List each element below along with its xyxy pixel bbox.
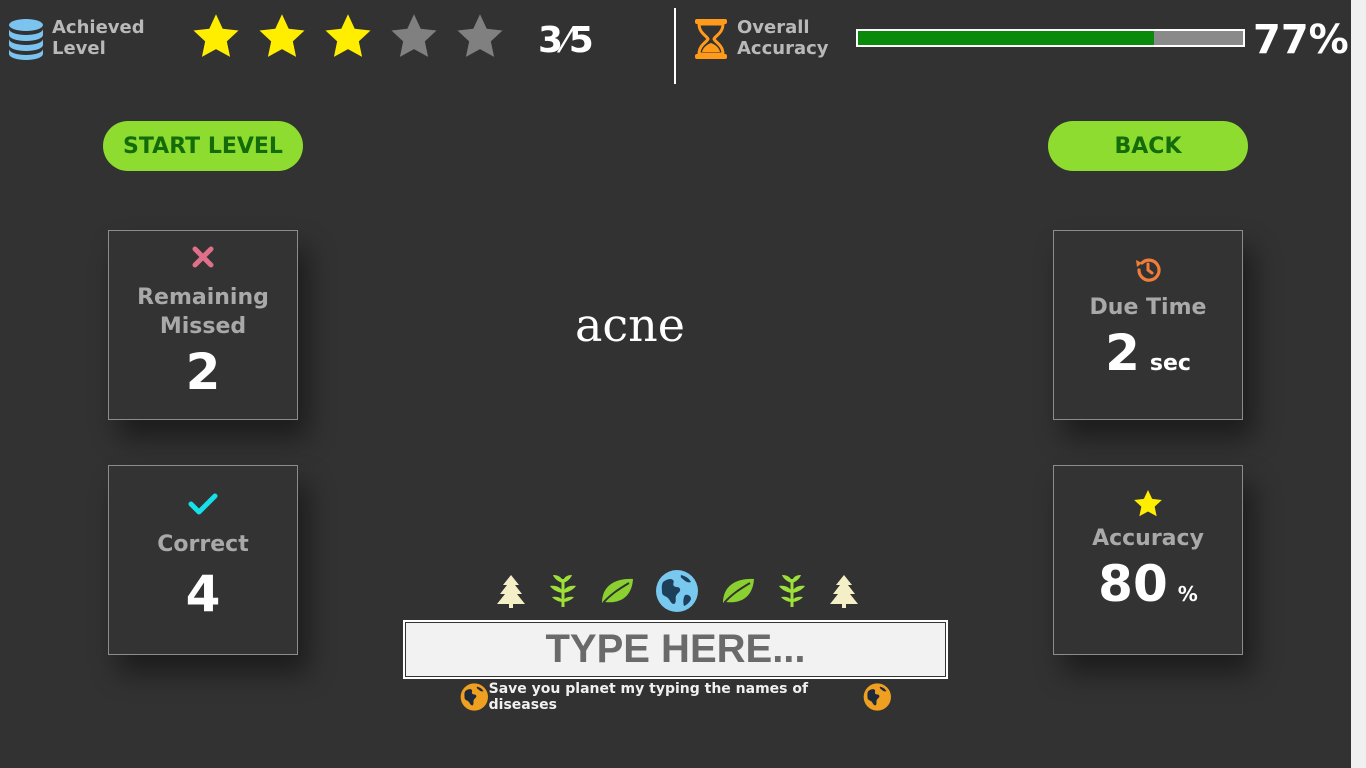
accuracy-unit: % <box>1177 582 1198 606</box>
level-numerator: 3 <box>538 20 564 61</box>
correct-value: 4 <box>185 565 221 623</box>
accuracy-value-row: 80 % <box>1098 555 1198 613</box>
star-icon <box>1132 488 1164 520</box>
scrollbar[interactable] <box>1351 0 1366 768</box>
due-time-unit: sec <box>1149 351 1191 376</box>
correct-card: Correct 4 <box>108 465 298 655</box>
due-time-card: Due Time 2 sec <box>1053 230 1243 420</box>
typing-input-box <box>402 619 949 680</box>
level-fraction: 3⁄5 <box>538 20 594 61</box>
seedling-icon <box>550 575 577 607</box>
tree-icon <box>829 575 858 608</box>
star-icon <box>325 14 371 57</box>
overall-accuracy-value: 77% <box>1253 17 1349 63</box>
footer: Save you planet my typing the names of d… <box>460 681 892 713</box>
accuracy-progress-bar <box>856 29 1245 47</box>
start-level-button[interactable]: START LEVEL <box>103 121 303 171</box>
due-time-title: Due Time <box>1089 295 1207 320</box>
overall-accuracy-label: Overall Accuracy <box>737 17 829 59</box>
globe-icon <box>460 683 488 711</box>
footer-text: Save you planet my typing the names of d… <box>488 681 809 713</box>
typing-input[interactable] <box>405 622 946 677</box>
decor-row <box>495 568 860 614</box>
remaining-missed-card: Remaining Missed 2 <box>108 230 298 420</box>
remaining-missed-value: 2 <box>185 343 221 401</box>
header-divider <box>674 8 676 84</box>
remaining-missed-title: Remaining Missed <box>137 285 269 339</box>
star-empty-icon <box>457 14 503 57</box>
back-button[interactable]: BACK <box>1048 121 1248 171</box>
seedling-icon <box>778 575 805 607</box>
due-time-value: 2 <box>1105 324 1140 382</box>
star-icon <box>259 14 305 57</box>
close-icon <box>191 245 215 273</box>
globe-icon <box>864 683 892 711</box>
due-time-value-row: 2 sec <box>1105 324 1191 382</box>
current-word: acne <box>574 298 686 352</box>
hourglass-icon <box>694 18 728 60</box>
tree-icon <box>497 575 525 608</box>
database-icon <box>8 18 44 60</box>
accuracy-progress-fill <box>858 31 1155 45</box>
accuracy-value: 80 <box>1098 555 1168 613</box>
leaf-icon <box>722 578 754 604</box>
level-denominator: 5 <box>568 20 594 61</box>
checkmark-icon <box>188 492 218 520</box>
history-icon <box>1133 255 1163 285</box>
star-empty-icon <box>391 14 437 57</box>
achieved-level-label: Achieved Level <box>52 17 145 59</box>
accuracy-title: Accuracy <box>1092 526 1204 551</box>
level-stars <box>190 11 520 65</box>
star-icon <box>193 14 239 57</box>
correct-title: Correct <box>157 532 249 557</box>
accuracy-card: Accuracy 80 % <box>1053 465 1243 655</box>
leaf-icon <box>602 578 634 604</box>
globe-icon <box>656 570 699 612</box>
